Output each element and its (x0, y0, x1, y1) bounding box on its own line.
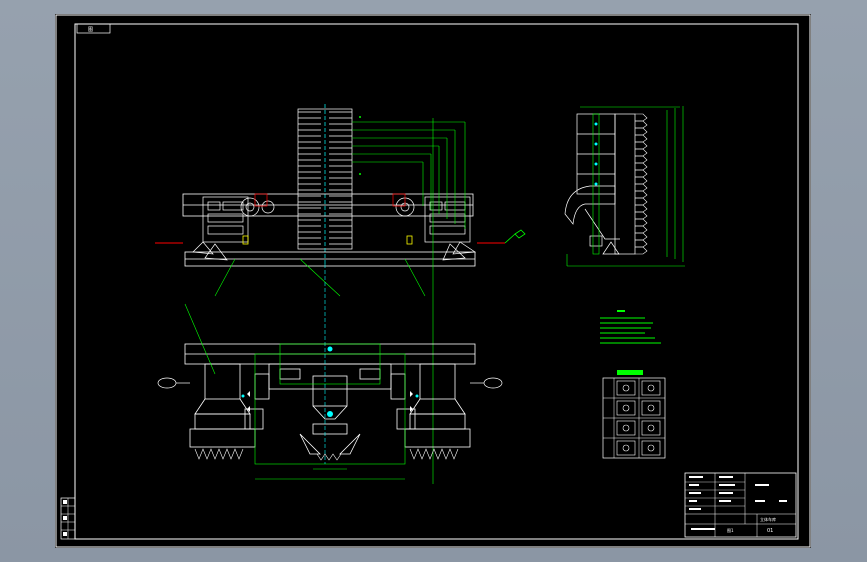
sheet-label: 图1 (727, 527, 734, 533)
corner-tag-box (76, 23, 111, 34)
technical-notes (600, 310, 661, 344)
plan-dimensions (184, 303, 406, 480)
drawing-canvas: 图 立体车库 01 图1 (55, 14, 811, 548)
drawing-number: 01 (767, 528, 773, 534)
inner-border (74, 23, 799, 540)
side-teeth (635, 113, 648, 255)
front-view (155, 104, 526, 484)
corner-tag: 图 (88, 27, 93, 33)
title-block: 立体车库 01 图1 (684, 472, 797, 538)
drawing-sheet: 图 立体车库 01 图1 (55, 14, 811, 548)
plan-teeth (194, 448, 459, 461)
wheel-icon (504, 229, 526, 244)
plan-view (157, 303, 503, 480)
detail-grid (602, 370, 666, 459)
plan-handles (157, 377, 503, 389)
left-label-strip (60, 497, 76, 540)
front-dim-arrows (359, 116, 361, 175)
right-carriage (392, 193, 477, 261)
title-block-title: 立体车库 (760, 516, 776, 522)
plan-markers (241, 346, 419, 417)
side-view (564, 106, 685, 267)
locator-marks (242, 235, 413, 245)
side-dimensions (566, 106, 685, 267)
left-carriage (192, 193, 275, 261)
cad-viewport[interactable]: 图 立体车库 01 图1 (0, 0, 867, 562)
plan-arrows (247, 391, 413, 412)
